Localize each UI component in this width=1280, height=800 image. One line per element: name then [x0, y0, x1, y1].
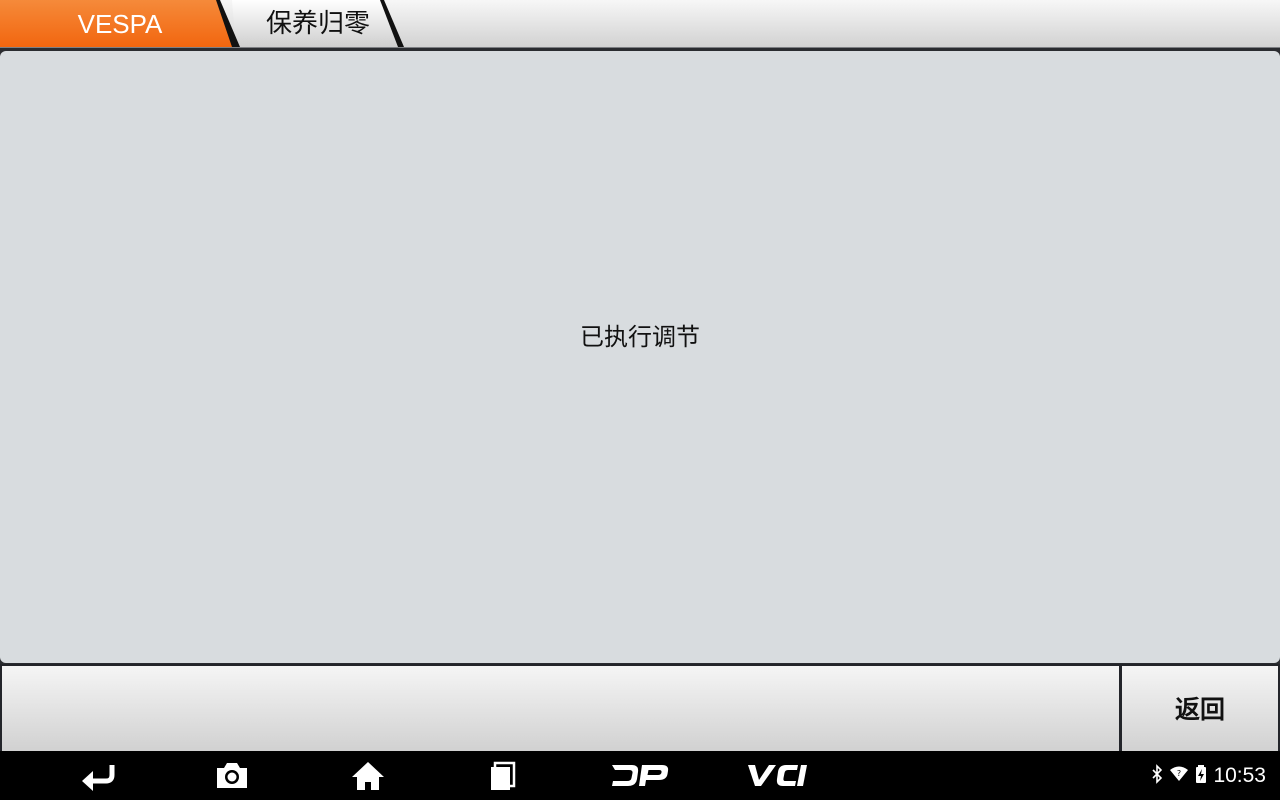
system-nav-bar: ? 10:53	[0, 751, 1280, 800]
screenshot-icon[interactable]	[210, 751, 254, 800]
home-icon[interactable]	[346, 751, 390, 800]
content-panel: 已执行调节	[0, 51, 1280, 663]
status-bar: ? 10:53	[1151, 751, 1266, 800]
bluetooth-icon	[1151, 763, 1163, 788]
status-message: 已执行调节	[580, 323, 700, 351]
vci-icon[interactable]	[742, 751, 812, 800]
clock: 10:53	[1213, 763, 1266, 787]
recent-apps-icon[interactable]	[484, 751, 524, 800]
back-icon[interactable]	[74, 751, 122, 800]
dp-icon[interactable]	[608, 751, 672, 800]
back-button[interactable]: 返回	[1122, 666, 1278, 751]
breadcrumb-brand[interactable]: VESPA	[0, 0, 240, 46]
wifi-icon: ?	[1169, 764, 1189, 788]
button-bar-empty-area	[2, 666, 1119, 751]
battery-icon	[1195, 764, 1207, 788]
breadcrumb-function[interactable]: 保养归零	[236, 0, 400, 46]
breadcrumb: VESPA 保养归零	[0, 0, 1280, 48]
svg-text:?: ?	[1177, 769, 1181, 778]
button-bar: 返回	[0, 664, 1280, 751]
